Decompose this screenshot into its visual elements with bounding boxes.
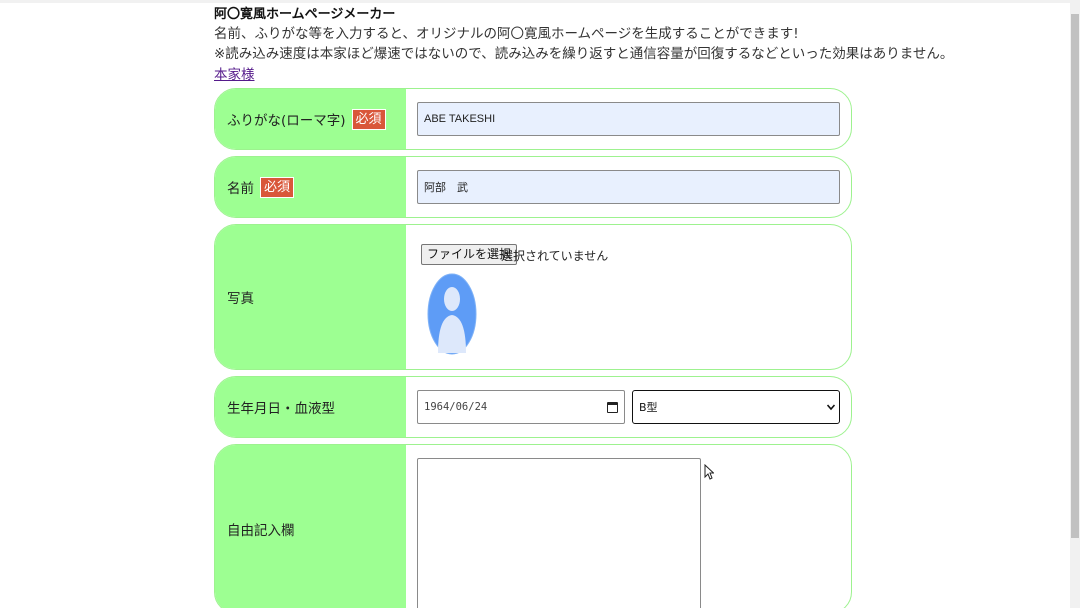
description-line-2: ※読み込み速度は本家ほど爆速ではないので、読み込みを繰り返すと通信容量が回復する…	[214, 46, 954, 62]
photo-label: 写真	[227, 291, 254, 307]
chevron-down-icon	[827, 404, 835, 411]
mouse-cursor-icon	[704, 464, 714, 480]
free-text-label: 自由記入欄	[227, 523, 295, 539]
furigana-input[interactable]	[417, 102, 840, 136]
birthdate-input[interactable]: 1964/06/24	[417, 390, 625, 424]
original-site-link[interactable]: 本家様	[214, 63, 255, 83]
furigana-label: ふりがな(ローマ字)	[227, 113, 346, 129]
blood-type-value: B型	[639, 401, 658, 414]
description-line-1: 名前、ふりがな等を入力すると、オリジナルの阿〇寛風ホームページを生成することがで…	[214, 26, 799, 42]
vertical-scrollbar[interactable]	[1070, 0, 1080, 608]
scrollbar-thumb[interactable]	[1071, 14, 1079, 538]
free-text-row: 自由記入欄	[214, 444, 852, 608]
birth-blood-label-cell: 生年月日・血液型	[215, 377, 406, 437]
required-badge: 必須	[260, 176, 295, 198]
blood-type-select[interactable]: B型	[632, 390, 840, 424]
top-bar	[0, 0, 1070, 3]
birth-blood-label: 生年月日・血液型	[227, 401, 335, 417]
name-label: 名前	[227, 181, 254, 197]
furigana-label-cell: ふりがな(ローマ字) 必須	[215, 89, 406, 149]
person-silhouette-icon	[427, 273, 477, 355]
birthdate-value: 1964/06/24	[424, 401, 488, 413]
name-row: 名前 必須	[214, 156, 852, 218]
photo-label-cell: 写真	[215, 225, 406, 369]
free-text-label-cell: 自由記入欄	[215, 445, 406, 608]
calendar-icon[interactable]	[607, 402, 618, 413]
birth-blood-row: 生年月日・血液型 1964/06/24 B型	[214, 376, 852, 438]
required-badge: 必須	[351, 108, 386, 130]
free-text-area[interactable]	[417, 458, 701, 608]
file-status-text: 選択されていません	[501, 249, 609, 263]
name-input[interactable]	[417, 170, 840, 204]
photo-row: 写真 ファイルを選択 選択されていません	[214, 224, 852, 370]
page-title: 阿〇寛風ホームページメーカー	[214, 7, 396, 22]
furigana-row: ふりがな(ローマ字) 必須	[214, 88, 852, 150]
name-label-cell: 名前 必須	[215, 157, 406, 217]
